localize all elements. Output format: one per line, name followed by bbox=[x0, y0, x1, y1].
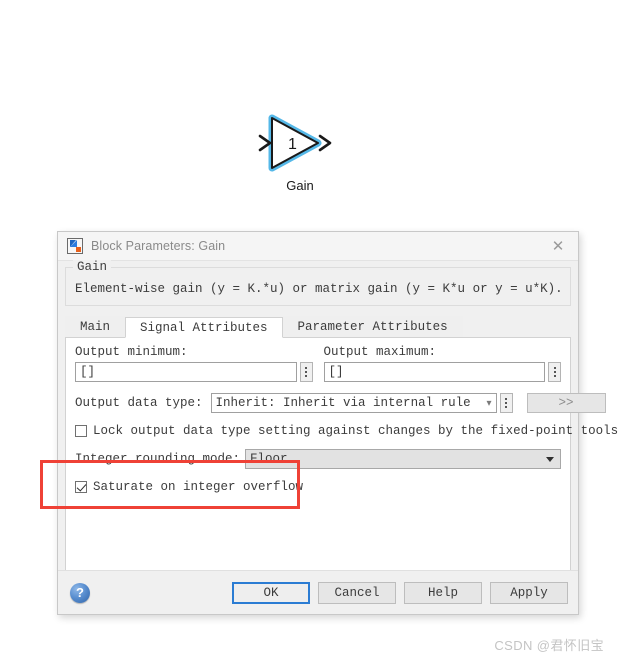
help-button[interactable]: Help bbox=[404, 581, 482, 604]
ok-button[interactable]: OK bbox=[232, 581, 310, 604]
output-minimum-options-icon[interactable] bbox=[299, 362, 313, 382]
output-data-type-options-icon[interactable] bbox=[499, 393, 513, 413]
model-canvas: 1 Gain bbox=[0, 0, 618, 230]
saturate-on-integer-overflow-checkbox[interactable] bbox=[75, 481, 87, 493]
output-minimum-control: [] bbox=[75, 362, 313, 382]
min-max-row: Output minimum: [] Output maximum: [] bbox=[75, 345, 561, 382]
tab-signal-attributes[interactable]: Signal Attributes bbox=[125, 317, 283, 338]
output-maximum-label: Output maximum: bbox=[323, 345, 437, 359]
saturate-on-integer-overflow-label: Saturate on integer overflow bbox=[93, 480, 304, 494]
integer-rounding-mode-row: Integer rounding mode: Floor bbox=[75, 449, 561, 469]
lock-output-data-type-row[interactable]: Lock output data type setting against ch… bbox=[75, 424, 618, 438]
output-data-type-row: Output data type: Inherit: Inherit via i… bbox=[75, 393, 606, 413]
chevron-down-icon: ▾ bbox=[486, 397, 492, 409]
signal-attributes-panel: Output minimum: [] Output maximum: [] Ou… bbox=[65, 338, 618, 578]
description-text: Element-wise gain (y = K.*u) or matrix g… bbox=[75, 282, 563, 296]
gain-block-shape: 1 bbox=[258, 114, 332, 172]
output-data-type-label: Output data type: bbox=[75, 396, 203, 410]
output-maximum-input[interactable]: [] bbox=[323, 362, 545, 382]
help-icon[interactable]: ? bbox=[70, 582, 90, 603]
output-minimum-group: Output minimum: [] bbox=[75, 345, 313, 382]
watermark-text: CSDN @君怀旧宝 bbox=[494, 638, 604, 653]
integer-rounding-mode-value: Floor bbox=[250, 451, 288, 466]
integer-rounding-mode-select[interactable]: Floor bbox=[245, 449, 561, 469]
gain-block[interactable]: 1 Gain bbox=[258, 112, 342, 204]
lock-output-data-type-checkbox[interactable] bbox=[75, 425, 87, 437]
output-maximum-control: [] bbox=[323, 362, 561, 382]
svg-text:1: 1 bbox=[288, 136, 297, 153]
chevron-down-icon bbox=[546, 456, 554, 462]
output-minimum-label: Output minimum: bbox=[75, 345, 188, 359]
dialog-button-bar: ? OK Cancel Help Apply bbox=[58, 570, 578, 614]
apply-button[interactable]: Apply bbox=[490, 581, 568, 604]
description-groupbox: Gain Element-wise gain (y = K.*u) or mat… bbox=[65, 260, 571, 306]
output-minimum-input[interactable]: [] bbox=[75, 362, 297, 382]
dialog-action-buttons: OK Cancel Help Apply bbox=[232, 581, 568, 604]
tab-main[interactable]: Main bbox=[65, 316, 126, 337]
tab-strip: Main Signal Attributes Parameter Attribu… bbox=[65, 315, 571, 338]
description-legend: Gain bbox=[73, 260, 112, 274]
output-data-type-select[interactable]: Inherit: Inherit via internal rule ▾ bbox=[210, 393, 497, 413]
output-data-type-value: Inherit: Inherit via internal rule bbox=[215, 395, 471, 410]
saturate-on-integer-overflow-row[interactable]: Saturate on integer overflow bbox=[75, 480, 561, 494]
block-parameters-dialog: Block Parameters: Gain ✕ Gain Element-wi… bbox=[57, 231, 618, 615]
show-data-type-assistant-button[interactable]: >> bbox=[526, 393, 606, 413]
cancel-button[interactable]: Cancel bbox=[318, 581, 396, 604]
output-maximum-options-icon[interactable] bbox=[548, 362, 561, 382]
gain-block-label: Gain bbox=[286, 178, 314, 193]
tab-parameter-attributes[interactable]: Parameter Attributes bbox=[282, 316, 463, 337]
lock-output-data-type-label: Lock output data type setting against ch… bbox=[93, 424, 618, 438]
close-icon[interactable]: ✕ bbox=[538, 232, 578, 259]
dialog-title-bar[interactable]: Block Parameters: Gain ✕ bbox=[58, 232, 578, 261]
dialog-title: Block Parameters: Gain bbox=[91, 239, 226, 253]
output-maximum-group: Output maximum: [] bbox=[323, 345, 561, 382]
integer-rounding-mode-label: Integer rounding mode: bbox=[75, 452, 241, 466]
simulink-block-icon bbox=[67, 238, 83, 254]
